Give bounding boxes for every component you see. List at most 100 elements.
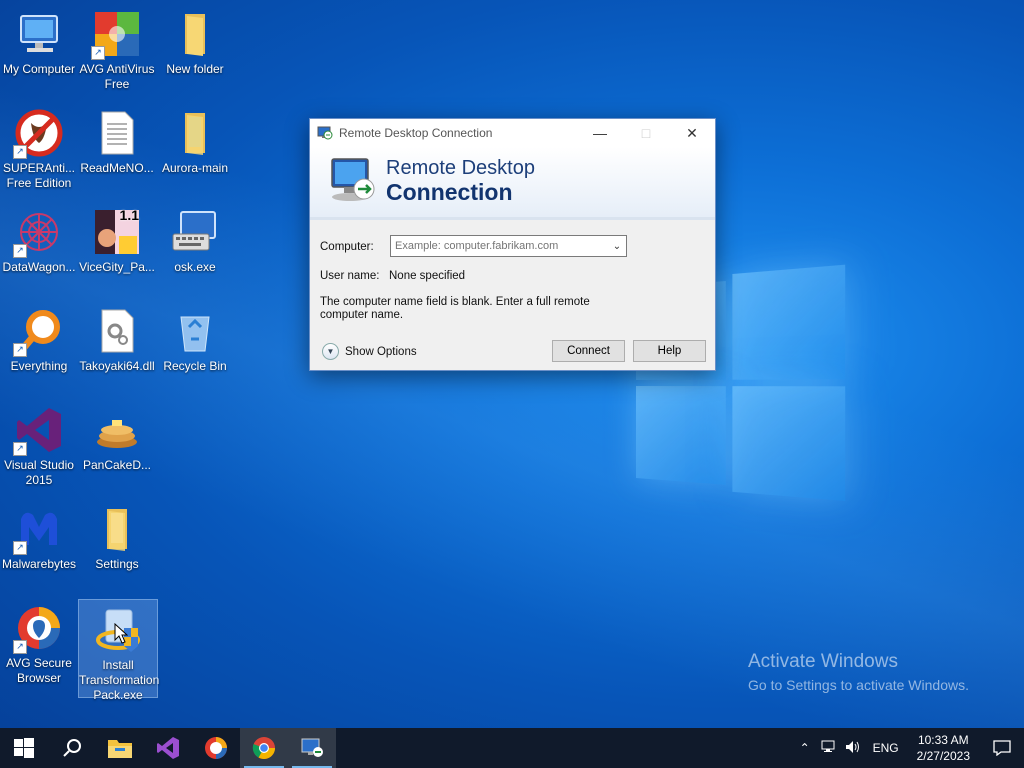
desktop-icon-aurora-main[interactable]: Aurora-main — [156, 103, 234, 176]
maximize-button: □ — [623, 119, 669, 147]
computer-icon — [15, 10, 63, 58]
chrome-icon — [252, 737, 275, 759]
username-label: User name: — [320, 270, 380, 282]
malwarebytes-icon: ↗ — [13, 505, 63, 555]
desktop-icon-pancake[interactable]: PanCakeD... — [78, 400, 156, 473]
folder-icon — [171, 109, 219, 157]
start-icon — [14, 738, 34, 758]
text-document-icon — [93, 109, 141, 157]
connect-button[interactable]: Connect — [552, 340, 625, 362]
avg-browser-taskbar-button[interactable] — [192, 728, 240, 768]
clock[interactable]: 10:33 AM 2/27/2023 — [907, 732, 980, 764]
avg-browser-icon — [205, 737, 227, 759]
close-icon: ✕ — [686, 124, 698, 141]
icon-label: My Computer — [2, 62, 76, 76]
mouse-cursor-icon — [114, 623, 128, 644]
activation-watermark: Activate Windows Go to Settings to activ… — [748, 651, 969, 693]
desktop-icon-my-computer[interactable]: My Computer — [0, 4, 78, 77]
icon-label: AVG Secure Browser — [6, 656, 72, 685]
network-icon[interactable] — [817, 740, 841, 757]
icon-label: Everything — [10, 359, 68, 373]
chrome-taskbar-button[interactable] — [240, 728, 288, 768]
desktop-icon-avg-secure-browser[interactable]: ↗ AVG Secure Browser — [0, 598, 78, 686]
activation-title: Activate Windows — [748, 651, 898, 672]
avg-antivirus-icon: ↗ — [91, 10, 141, 60]
minimize-icon: — — [593, 125, 607, 141]
folder-icon — [171, 10, 219, 58]
username-value: None specified — [389, 270, 466, 282]
datawagon-icon: ↗ — [13, 208, 63, 258]
desktop-icon-new-folder[interactable]: New folder — [156, 4, 234, 77]
remote-desktop-banner-icon — [331, 158, 375, 201]
close-button[interactable]: ✕ — [669, 119, 715, 147]
computer-input[interactable] — [391, 239, 608, 253]
desktop-icon-vicecity-patch[interactable]: 1.1 ViceGity_Pa... — [78, 202, 156, 275]
volume-icon[interactable] — [841, 740, 865, 757]
dialog-body: Computer: ⌄ User name: None specified Th… — [310, 220, 715, 370]
icon-label: DataWagon... — [2, 260, 76, 274]
minimize-button[interactable]: — — [577, 119, 623, 147]
show-options-label: Show Options — [345, 345, 417, 358]
avg-browser-icon: ↗ — [13, 604, 63, 654]
recycle-bin-icon — [171, 307, 219, 355]
action-center-button[interactable] — [980, 728, 1024, 768]
clock-date: 2/27/2023 — [916, 749, 970, 763]
icon-label: Visual Studio 2015 — [4, 458, 74, 487]
computer-combobox[interactable]: ⌄ — [390, 235, 627, 257]
help-button[interactable]: Help — [633, 340, 706, 362]
chevron-down-icon[interactable]: ⌄ — [608, 241, 626, 252]
validation-message: The computer name field is blank. Enter … — [320, 296, 590, 321]
folder-icon — [93, 505, 141, 553]
desktop-icon-osk[interactable]: osk.exe — [156, 202, 234, 275]
desktop-icon-datawagon[interactable]: ↗ DataWagon... — [0, 202, 78, 275]
window-title: Remote Desktop Connection — [339, 126, 493, 140]
dll-file-icon — [93, 307, 141, 355]
desktop-icon-recycle-bin[interactable]: Recycle Bin — [156, 301, 234, 374]
search-icon — [63, 739, 81, 757]
pancake-icon — [93, 406, 141, 454]
icon-label: Install Transformation Pack.exe — [79, 658, 160, 702]
desktop-icon-malwarebytes[interactable]: ↗ Malwarebytes — [0, 499, 78, 572]
icon-label: Takoyaki64.dll — [79, 359, 155, 373]
dialog-banner: Remote Desktop Connection — [310, 147, 715, 220]
start-button[interactable] — [0, 728, 48, 768]
title-bar[interactable]: Remote Desktop Connection — □ ✕ — [310, 119, 715, 147]
icon-label: Aurora-main — [161, 161, 229, 175]
visual-studio-icon: ↗ — [13, 406, 63, 456]
icon-label: ReadMeNO... — [80, 161, 154, 175]
remote-desktop-icon — [301, 738, 323, 757]
maximize-icon: □ — [641, 125, 651, 141]
desktop-icon-avg-antivirus[interactable]: ↗ AVG AntiVirus Free — [78, 4, 156, 92]
desktop-icon-superantispyware[interactable]: ↗ SUPERAnti... Free Edition — [0, 103, 78, 191]
notification-icon — [993, 740, 1011, 756]
icon-label: SUPERAnti... Free Edition — [2, 161, 76, 190]
clock-time: 10:33 AM — [917, 733, 969, 747]
keyboard-monitor-icon — [171, 208, 219, 256]
desktop-icon-visual-studio[interactable]: ↗ Visual Studio 2015 — [0, 400, 78, 488]
icon-label: Recycle Bin — [163, 359, 227, 373]
remote-desktop-icon — [317, 126, 333, 140]
icon-label: New folder — [166, 62, 224, 76]
desktop-icon-takoyaki-dll[interactable]: Takoyaki64.dll — [78, 301, 156, 374]
visual-studio-taskbar-button[interactable] — [144, 728, 192, 768]
show-options-toggle[interactable]: ▼ Show Options — [322, 343, 417, 360]
desktop-icon-everything[interactable]: ↗ Everything — [0, 301, 78, 374]
desktop-icon-install-transformation-pack[interactable]: Install Transformation Pack.exe — [78, 599, 159, 702]
desktop-icon-settings[interactable]: Settings — [78, 499, 156, 572]
chevron-up-icon[interactable]: ⌃ — [793, 741, 817, 755]
search-button[interactable] — [48, 728, 96, 768]
icon-label: osk.exe — [174, 260, 216, 274]
taskbar: ⌃ ENG 10:33 AM 2/27/2023 — [0, 728, 1024, 768]
file-explorer-icon — [108, 740, 132, 758]
icon-label: AVG AntiVirus Free — [79, 62, 155, 91]
desktop-icon-readme[interactable]: ReadMeNO... — [78, 103, 156, 176]
file-explorer-button[interactable] — [96, 728, 144, 768]
remote-desktop-dialog: Remote Desktop Connection — □ ✕ Remote D… — [309, 118, 716, 371]
icon-label: Malwarebytes — [1, 557, 77, 571]
icon-label: ViceGity_Pa... — [79, 260, 155, 274]
visual-studio-icon — [157, 737, 179, 759]
language-indicator[interactable]: ENG — [865, 741, 907, 755]
icon-label: PanCakeD... — [82, 458, 152, 472]
icon-label: Settings — [95, 557, 139, 571]
remote-desktop-taskbar-button[interactable] — [288, 728, 336, 768]
